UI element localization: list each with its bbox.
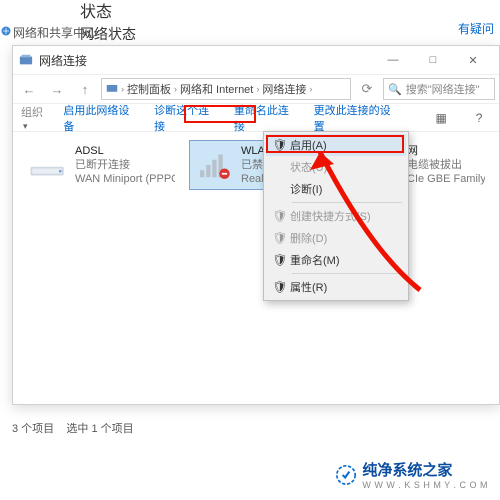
shield-icon: 🛡 — [270, 253, 290, 267]
ctx-properties[interactable]: 🛡 属性(R) — [266, 276, 406, 298]
ctx-enable[interactable]: 🛡 启用(A) — [266, 134, 406, 156]
up-button[interactable]: ↑ — [73, 78, 97, 100]
chevron-right-icon: › — [309, 84, 312, 94]
search-input[interactable]: 🔍 搜索"网络连接" — [383, 78, 495, 100]
folder-icon — [106, 82, 118, 97]
ctx-diagnose[interactable]: 诊断(I) — [266, 178, 406, 200]
help-button[interactable]: ? — [467, 108, 491, 128]
toolbar-rename[interactable]: 重命名此连接 — [234, 102, 300, 134]
content-area: ADSL 已断开连接 WAN Miniport (PPPOE) WLAN 已禁用… — [13, 132, 499, 198]
ctx-label: 属性(R) — [290, 279, 327, 295]
toolbar-enable-device[interactable]: 启用此网络设备 — [63, 102, 140, 134]
toolbar-organize[interactable]: 组织 — [21, 104, 49, 132]
ctx-delete: 🛡 删除(D) — [266, 227, 406, 249]
forward-button[interactable]: → — [45, 78, 69, 100]
minimize-button[interactable]: — — [373, 46, 413, 74]
ctx-label: 创建快捷方式(S) — [290, 208, 371, 224]
watermark-text: 纯净系统之家 — [362, 459, 488, 480]
shield-icon: 🛡 — [270, 280, 290, 294]
nsc-icon — [0, 24, 12, 36]
ctx-create-shortcut: 🛡 创建快捷方式(S) — [266, 205, 406, 227]
toolbar-diagnose[interactable]: 诊断这个连接 — [154, 102, 220, 134]
separator — [292, 273, 402, 274]
shield-icon: 🛡 — [270, 209, 290, 223]
back-button[interactable]: ← — [17, 78, 41, 100]
nsc-title: 网络和共享中心 — [13, 24, 97, 41]
background-window: 状态 网络状态 网络和共享中心 有疑问 — [0, 0, 500, 40]
connection-name: ADSL — [75, 144, 175, 158]
address-bar[interactable]: › 控制面板 › 网络和 Internet › 网络连接 › — [101, 78, 351, 100]
chevron-right-icon: › — [174, 84, 177, 94]
view-button[interactable]: ▦ — [429, 108, 453, 128]
ctx-label: 诊断(I) — [290, 181, 322, 197]
wifi-icon — [193, 144, 235, 184]
shield-icon: 🛡 — [270, 138, 290, 152]
chevron-right-icon: › — [121, 84, 124, 94]
ctx-status: 状态(U) — [266, 156, 406, 178]
ctx-label: 启用(A) — [290, 137, 327, 153]
bg-help-link[interactable]: 有疑问 — [458, 20, 494, 37]
ctx-label: 重命名(M) — [290, 252, 340, 268]
status-selected-count: 选中 1 个项目 — [66, 423, 133, 435]
connection-device: WAN Miniport (PPPOE) — [75, 172, 175, 186]
window-icon — [19, 53, 33, 67]
crumb-network-internet[interactable]: 网络和 Internet — [180, 81, 253, 97]
separator — [292, 202, 402, 203]
toolbar: 组织 启用此网络设备 诊断这个连接 重命名此连接 更改此连接的设置 ▦ ? — [13, 104, 499, 132]
bg-heading-status: 状态 — [80, 0, 112, 22]
search-icon: 🔍 — [388, 83, 402, 96]
search-placeholder: 搜索"网络连接" — [406, 81, 480, 97]
titlebar[interactable]: 网络连接 — □ ✕ — [13, 46, 499, 74]
window-title: 网络连接 — [39, 52, 373, 69]
modem-icon — [27, 144, 69, 184]
crumb-network-connections[interactable]: 网络连接 — [262, 81, 306, 97]
watermark-url: W W W . K S H M Y . C O M — [362, 480, 488, 490]
close-button[interactable]: ✕ — [453, 46, 493, 74]
watermark: 纯净系统之家 W W W . K S H M Y . C O M — [336, 459, 488, 490]
network-connections-window: 网络连接 — □ ✕ ← → ↑ › 控制面板 › 网络和 Internet ›… — [12, 45, 500, 405]
status-bar: 3 个项目 选中 1 个项目 — [12, 420, 134, 436]
connection-item-adsl[interactable]: ADSL 已断开连接 WAN Miniport (PPPOE) — [23, 140, 179, 190]
shield-icon: 🛡 — [270, 231, 290, 245]
toolbar-change-settings[interactable]: 更改此连接的设置 — [314, 102, 402, 134]
context-menu: 🛡 启用(A) 状态(U) 诊断(I) 🛡 创建快捷方式(S) 🛡 删除(D) … — [263, 131, 409, 301]
ctx-rename[interactable]: 🛡 重命名(M) — [266, 249, 406, 271]
maximize-button[interactable]: □ — [413, 46, 453, 74]
nav-bar: ← → ↑ › 控制面板 › 网络和 Internet › 网络连接 › ⟳ 🔍… — [13, 74, 499, 104]
connection-state: 已断开连接 — [75, 158, 175, 172]
crumb-control-panel[interactable]: 控制面板 — [127, 81, 171, 97]
refresh-button[interactable]: ⟳ — [355, 78, 379, 100]
chevron-right-icon: › — [256, 84, 259, 94]
ctx-label: 状态(U) — [290, 159, 327, 175]
ctx-label: 删除(D) — [290, 230, 327, 246]
watermark-icon — [336, 465, 356, 485]
status-item-count: 3 个项目 — [12, 423, 54, 435]
